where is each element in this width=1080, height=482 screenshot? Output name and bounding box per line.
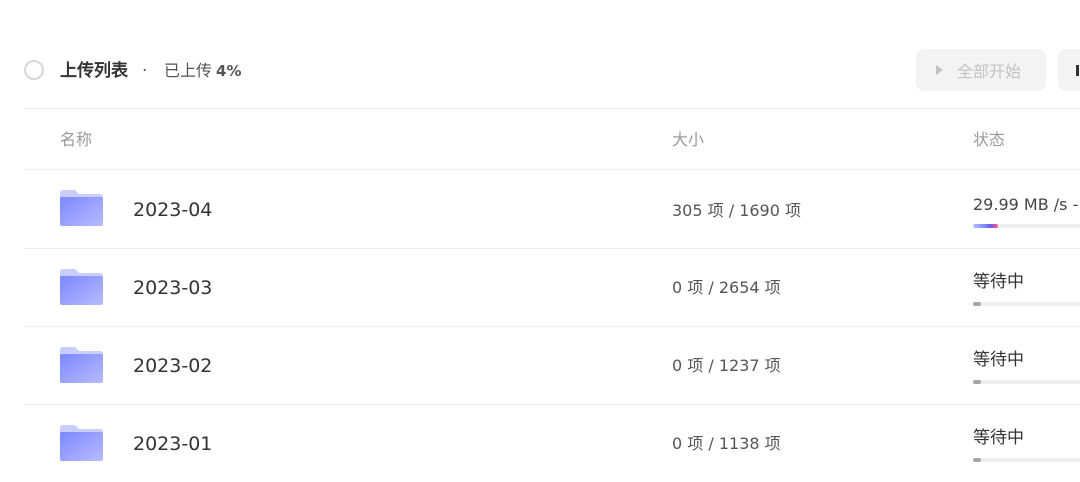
row-size: 0 项 / 2654 项 — [672, 278, 781, 297]
pause-icon — [1076, 64, 1080, 76]
row-status: 29.99 MB /s - — [973, 195, 1079, 214]
row-status: 等待中 — [973, 428, 1024, 448]
upload-list-title: 上传列表 — [60, 61, 128, 81]
table-row[interactable]: 2023-03 0 项 / 2654 项 等待中 — [0, 249, 1080, 327]
pause-all-button[interactable] — [1058, 49, 1080, 91]
table-row[interactable]: 2023-02 0 项 / 1237 项 等待中 — [0, 327, 1080, 405]
row-progress-fill — [973, 224, 999, 228]
folder-icon — [60, 269, 103, 305]
select-all-checkbox[interactable] — [24, 60, 44, 80]
row-name: 2023-01 — [133, 433, 213, 455]
column-header-size[interactable]: 大小 — [672, 129, 704, 151]
row-size: 305 项 / 1690 项 — [672, 201, 801, 220]
row-name: 2023-03 — [133, 277, 213, 299]
uploaded-percent: 4% — [216, 62, 242, 80]
start-all-label: 全部开始 — [957, 62, 1022, 81]
row-status: 等待中 — [973, 350, 1024, 370]
row-name: 2023-04 — [133, 199, 213, 221]
upload-list-panel: 上传列表 · 已上传 4% 全部开始 名称 大小 状态 2023-04 305 … — [0, 0, 1080, 482]
row-progress-bar — [973, 380, 1080, 384]
title-separator: · — [142, 61, 148, 81]
row-progress-bar — [973, 458, 1080, 462]
row-size: 0 项 / 1138 项 — [672, 434, 781, 453]
column-header-name[interactable]: 名称 — [60, 129, 92, 151]
row-name: 2023-02 — [133, 355, 213, 377]
row-progress-bar — [973, 302, 1080, 306]
upload-list-header: 上传列表 · 已上传 4% 全部开始 — [0, 48, 1080, 94]
table-row[interactable]: 2023-01 0 项 / 1138 项 等待中 — [0, 405, 1080, 482]
column-header-status[interactable]: 状态 — [973, 129, 1005, 151]
folder-icon — [60, 190, 103, 226]
uploaded-progress-text: 已上传 4% — [164, 60, 241, 82]
folder-icon — [60, 425, 103, 461]
start-all-button[interactable]: 全部开始 — [916, 49, 1046, 91]
folder-icon — [60, 347, 103, 383]
row-progress-fill — [973, 458, 982, 462]
header-divider — [24, 108, 1080, 109]
play-icon — [936, 65, 943, 75]
table-row[interactable]: 2023-04 305 项 / 1690 项 29.99 MB /s - — [0, 170, 1080, 248]
row-progress-fill — [973, 302, 982, 306]
row-size: 0 项 / 1237 项 — [672, 356, 781, 375]
row-progress-bar — [973, 224, 1080, 228]
row-status: 等待中 — [973, 272, 1024, 292]
uploaded-label: 已上传 — [164, 61, 213, 80]
row-progress-fill — [973, 380, 982, 384]
